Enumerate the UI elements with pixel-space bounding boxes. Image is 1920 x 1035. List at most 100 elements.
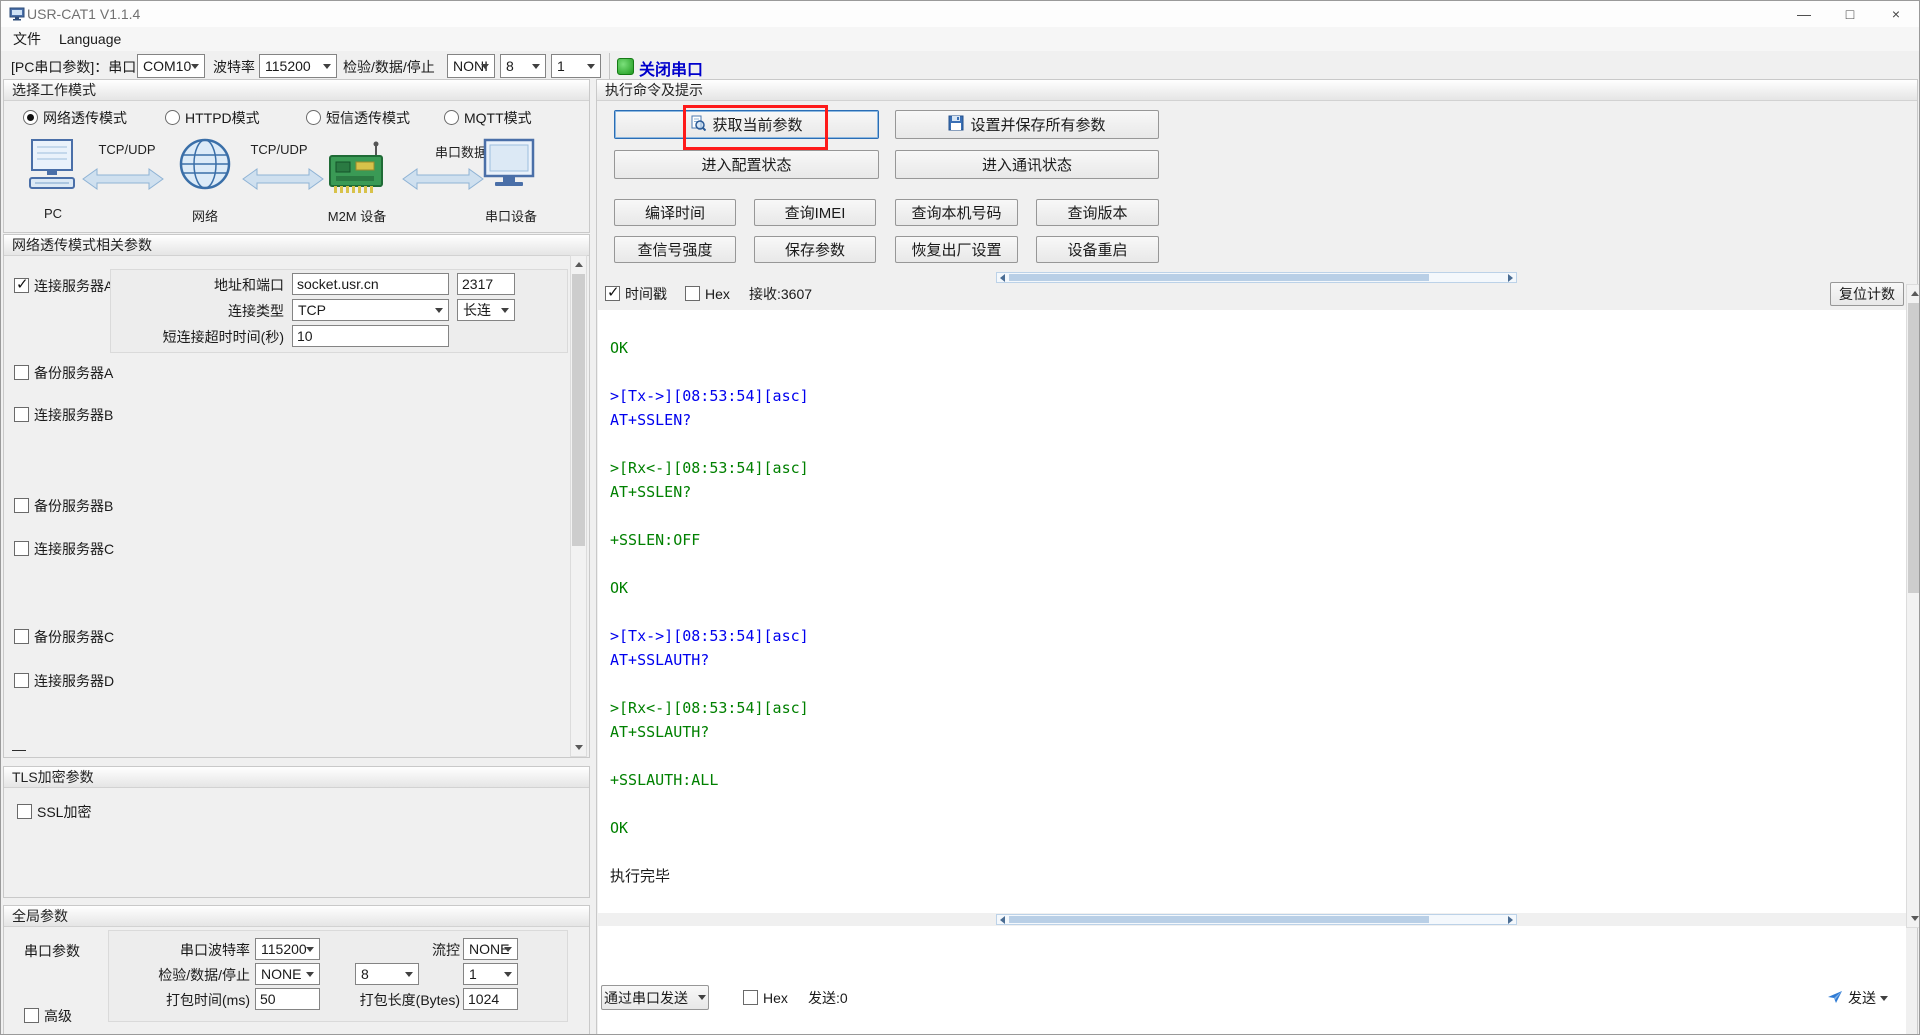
radio-mqtt[interactable] [444,110,459,125]
hex-recv-checkbox[interactable] [685,286,700,301]
minimize-button[interactable]: — [1781,1,1827,27]
server-d-checkbox[interactable] [14,673,29,688]
scrollbar-thumb[interactable] [572,274,585,546]
netparams-scrollbar[interactable] [570,255,587,757]
close-button[interactable]: × [1873,1,1919,27]
com-port-select[interactable]: COM10 [137,54,205,78]
server-address-input[interactable] [292,273,449,295]
scroll-left-icon[interactable] [1000,274,1005,282]
server-b-label[interactable]: 连接服务器B [34,406,113,424]
scroll-left-icon[interactable] [1000,916,1005,924]
backup-b-checkbox[interactable] [14,498,29,513]
hex-send-label[interactable]: Hex [763,989,788,1007]
reset-count-button[interactable]: 复位计数 [1830,282,1904,306]
baud-select[interactable]: 115200 [259,54,337,78]
server-c-label[interactable]: 连接服务器C [34,540,114,558]
g-databits-select[interactable]: 8 [355,963,419,985]
g-baud-select[interactable]: 115200 [255,938,320,960]
log-vscrollbar[interactable] [1906,284,1919,928]
enter-config-button[interactable]: 进入配置状态 [614,150,879,179]
server-a-checkbox[interactable] [14,275,29,293]
menubar: 文件 Language [1,27,1919,51]
timestamp-label[interactable]: 时间戳 [625,285,667,303]
receive-log[interactable]: OK >[Tx->][08:53:54][asc] AT+SSLEN? >[Rx<-]… [598,310,1906,913]
tcp-udp-label-2: TCP/UDP [250,142,308,157]
scroll-down-icon[interactable] [575,745,583,750]
parity-select[interactable]: NONI [447,54,495,78]
send-via-serial-dropdown[interactable]: 通过串口发送 [601,985,709,1010]
hex-send-checkbox[interactable] [743,990,758,1005]
reboot-button[interactable]: 设备重启 [1036,236,1159,263]
server-port-input[interactable] [457,273,515,295]
scroll-right-icon[interactable] [1508,274,1513,282]
enter-comm-button[interactable]: 进入通讯状态 [895,150,1159,179]
close-port-button[interactable]: 关闭串口 [639,56,703,80]
scroll-right-icon[interactable] [1508,916,1513,924]
radio-net-passthrough[interactable] [23,110,38,125]
conn-type-value: TCP [298,302,326,318]
server-d-label[interactable]: 连接服务器D [34,672,114,690]
query-signal-button[interactable]: 查信号强度 [614,236,736,263]
radio-httpd-label[interactable]: HTTPD模式 [185,109,260,127]
radio-sms-label[interactable]: 短信透传模式 [326,109,410,127]
query-imei-button[interactable]: 查询IMEI [754,199,876,226]
packlen-input[interactable] [463,988,518,1010]
g-parity-select[interactable]: NONE [255,963,320,985]
server-c-checkbox[interactable] [14,541,29,556]
scroll-up-icon[interactable] [1911,291,1919,296]
conn-mode-select[interactable]: 长连 [457,299,515,321]
scrollbar-thumb[interactable] [1009,274,1429,281]
log-hscrollbar-top[interactable] [996,272,1517,283]
radio-httpd[interactable] [165,110,180,125]
save-params-button[interactable]: 保存参数 [754,236,876,263]
scrollbar-thumb[interactable] [1009,916,1429,923]
ssl-label[interactable]: SSL加密 [37,803,91,821]
menu-language[interactable]: Language [59,31,121,47]
radio-net-passthrough-label[interactable]: 网络透传模式 [43,109,127,127]
advanced-label[interactable]: 高级 [44,1007,72,1025]
get-params-button[interactable]: 获取当前参数 [614,110,879,139]
backup-b-label[interactable]: 备份服务器B [34,497,113,515]
server-b-checkbox[interactable] [14,407,29,422]
query-version-button[interactable]: 查询版本 [1036,199,1159,226]
maximize-button[interactable]: □ [1827,1,1873,27]
backup-c-checkbox[interactable] [14,629,29,644]
advanced-checkbox[interactable] [24,1008,39,1023]
app-icon [9,6,25,22]
send-button[interactable]: 发送 [1827,986,1888,1010]
scroll-up-icon[interactable] [575,262,583,267]
enter-comm-label: 进入通讯状态 [981,157,1072,174]
backup-a-label[interactable]: 备份服务器A [34,364,113,382]
factory-reset-button[interactable]: 恢复出厂设置 [895,236,1018,263]
radio-sms[interactable] [306,110,321,125]
databits-select[interactable]: 8 [500,54,546,78]
conn-type-select[interactable]: TCP [292,299,449,321]
radio-mqtt-label[interactable]: MQTT模式 [464,109,532,127]
timestamp-checkbox[interactable] [605,283,620,301]
packtime-input[interactable] [255,988,320,1010]
scroll-down-icon[interactable] [1911,916,1919,921]
backup-a-checkbox[interactable] [14,365,29,380]
short-conn-timeout-input[interactable] [292,325,449,347]
scrollbar-thumb[interactable] [1908,303,1919,593]
baud-value: 115200 [265,58,311,74]
tcp-udp-label-1: TCP/UDP [98,142,156,157]
short-conn-timeout-label: 短连接超时时间(秒) [162,329,284,345]
server-a-label[interactable]: 连接服务器A [34,277,113,295]
g-stopbits-select[interactable]: 1 [463,963,518,985]
backup-c-label[interactable]: 备份服务器C [34,628,114,646]
menu-file[interactable]: 文件 [13,29,41,49]
ssl-checkbox[interactable] [17,804,32,819]
flow-select[interactable]: NONE [463,938,518,960]
query-phone-button[interactable]: 查询本机号码 [895,199,1018,226]
log-hscrollbar-bottom[interactable] [996,914,1517,925]
chevron-down-icon [698,995,706,1004]
exec-header: 执行命令及提示 [597,80,1917,101]
compile-time-button[interactable]: 编译时间 [614,199,736,226]
stopbits-select[interactable]: 1 [551,54,601,78]
hex-recv-label[interactable]: Hex [705,285,730,303]
set-save-params-button[interactable]: 设置并保存所有参数 [895,110,1159,139]
log-line: >[Tx->][08:53:54][asc] [610,627,809,645]
